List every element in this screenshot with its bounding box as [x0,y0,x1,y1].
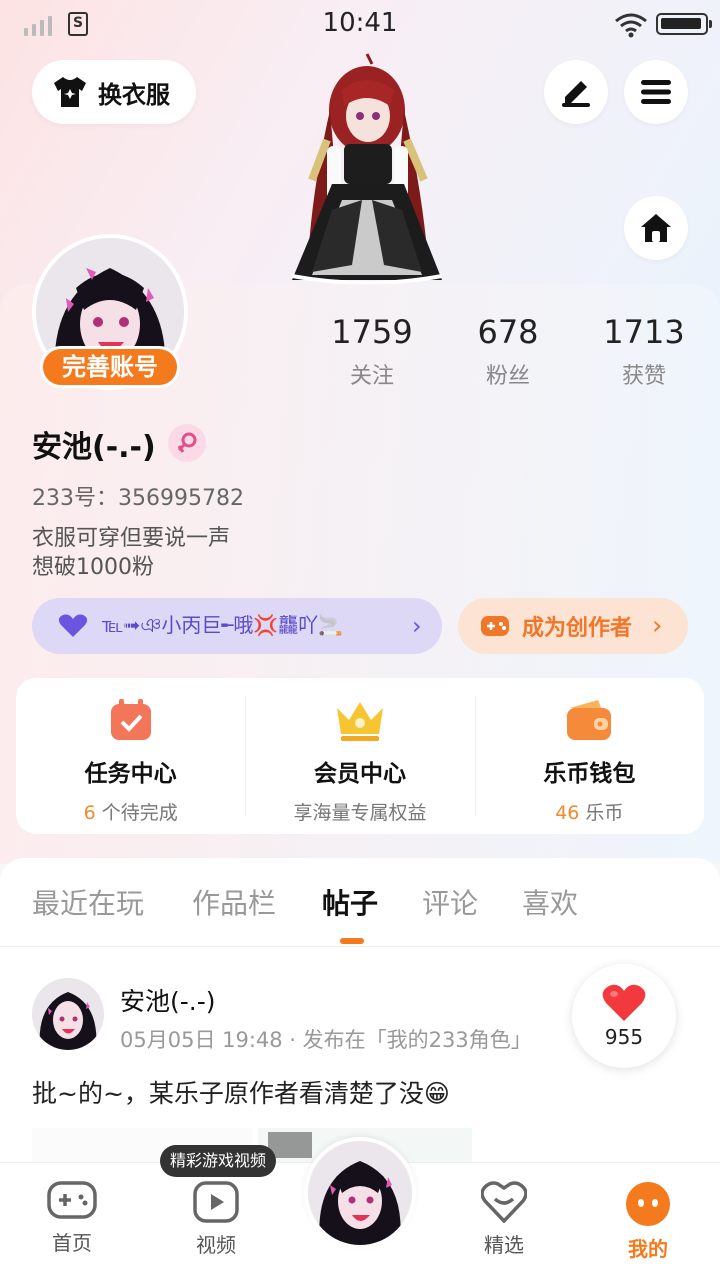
video-icon [193,1181,239,1223]
complete-account-button[interactable]: 完善账号 [40,346,180,388]
nav-featured[interactable]: 精选 [444,1181,564,1258]
post-meta: 05月05日 19:48 · 发布在「我的233角色」 [120,1028,532,1052]
pen-icon [562,81,590,107]
video-tooltip: 精彩游戏视频 [160,1145,277,1177]
menu-button[interactable] [624,60,688,124]
home-button[interactable] [624,196,688,260]
tab-posts[interactable]: 帖子 [322,882,378,922]
wallet-sub-text: 乐币 [579,802,624,824]
task-center-title: 任务中心 [84,761,177,787]
bio-line-2: 想破1000粉 [32,555,154,580]
bottom-navigation: 精彩游戏视频 首页 视频 精选 我的 [0,1137,720,1280]
featured-icon [481,1181,527,1223]
nav-featured-label: 精选 [484,1233,524,1257]
nav-mine-label: 我的 [628,1237,668,1261]
home-icon [641,214,671,242]
stat-following[interactable]: 1759 关注 [302,312,442,390]
status-bar: S 10:41 [0,0,720,50]
tab-active-indicator [340,938,364,944]
edit-button[interactable] [544,60,608,124]
crown-icon [336,702,383,741]
creator-gamepad-icon [481,616,509,636]
wallet-title: 乐币钱包 [543,761,636,787]
profile-tabs: 最近在玩 作品栏 帖子 评论 喜欢 [0,882,720,946]
become-creator-button[interactable]: 成为创作者 › [458,598,688,654]
vip-center-title: 会员中心 [313,761,406,787]
like-button[interactable]: 955 [572,964,676,1068]
stat-fans[interactable]: 678 粉丝 [438,312,578,390]
wallet-sub: 46 乐币 [555,798,623,825]
menu-icon [641,80,671,104]
user-bio: 衣服可穿但要说一声 想破1000粉 [32,524,230,582]
gender-female-icon [168,424,206,462]
nav-center-avatar[interactable] [304,1137,416,1249]
coin-count: 46 [555,802,580,824]
bio-line-1: 衣服可穿但要说一声 [32,526,231,551]
profile-face-icon [626,1182,670,1226]
stat-likes[interactable]: 1713 获赞 [574,312,714,390]
stat-likes-label: 获赞 [621,364,666,389]
post-author-avatar[interactable] [32,978,104,1050]
calendar-check-icon [110,699,151,740]
change-outfit-button[interactable]: 换衣服 [32,60,196,124]
user-id: 233号：356995782 [32,486,244,511]
heart-icon [58,614,88,637]
wallet-button[interactable]: 乐币钱包 46 乐币 [474,678,704,834]
nav-mine[interactable]: 我的 [588,1181,708,1262]
post-text[interactable]: 批~的~，某乐子原作者看清楚了没😁 [32,1074,450,1110]
tabs-divider [0,946,720,947]
post-author-name[interactable]: 安池(-.-) [120,982,216,1018]
tab-comments[interactable]: 评论 [422,882,478,922]
wifi-icon [615,13,647,38]
vip-center-sub-text: 享海量专属权益 [293,802,427,824]
stat-fans-label: 粉丝 [485,364,530,389]
stat-following-value: 1759 [331,313,413,351]
vip-center-sub: 享海量专属权益 [293,798,426,825]
nav-video[interactable]: 视频 [156,1181,276,1258]
become-creator-label: 成为创作者 [522,616,633,641]
tab-likes[interactable]: 喜欢 [522,882,578,922]
chevron-right-icon: › [412,612,422,640]
task-count: 6 [83,802,96,824]
task-center-button[interactable]: 任务中心 6 个待完成 [16,678,245,834]
nav-video-label: 视频 [196,1233,236,1257]
change-outfit-label: 换衣服 [98,80,170,109]
nav-home[interactable]: 首页 [12,1181,132,1256]
tab-recently-played[interactable]: 最近在玩 [32,882,144,922]
tshirt-icon [54,77,86,107]
stat-likes-value: 1713 [603,313,685,351]
nav-home-label: 首页 [52,1231,92,1255]
gamepad-icon [47,1181,97,1219]
character-avatar-3d[interactable] [272,50,462,286]
tab-works[interactable]: 作品栏 [192,882,276,922]
task-center-sub-text: 个待完成 [95,802,178,824]
stat-following-label: 关注 [349,364,394,389]
wallet-icon [567,700,612,740]
battery-icon [656,13,712,35]
chevron-right-icon: › [652,611,663,641]
services-card: 任务中心 6 个待完成 会员中心 享海量专属权益 乐币钱包 46 乐币 [16,678,704,834]
family-group-text: ℡➟ঞ小丙巨╾哦💢龘吖🚬 [102,612,344,637]
vip-center-button[interactable]: 会员中心 享海量专属权益 [245,678,474,834]
like-count: 955 [604,1025,644,1049]
username: 安池(-.-) [32,430,156,465]
status-time: 10:41 [322,8,398,38]
family-group-pill[interactable]: ℡➟ঞ小丙巨╾哦💢龘吖🚬 › [32,598,442,654]
heart-icon [602,984,646,1021]
task-center-sub: 6 个待完成 [84,798,178,825]
stat-fans-value: 678 [477,313,539,351]
